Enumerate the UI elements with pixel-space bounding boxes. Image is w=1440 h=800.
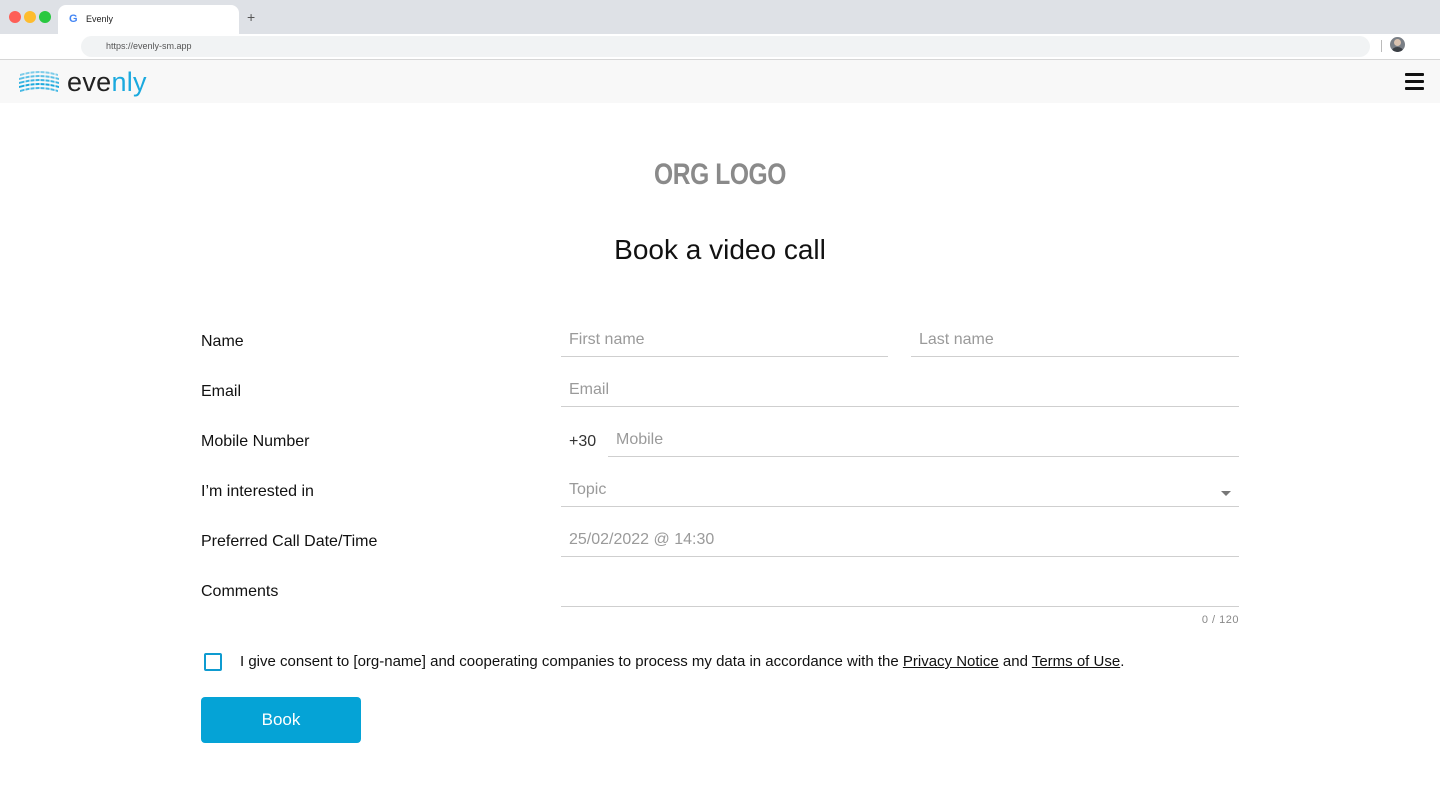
last-name-field [911,327,1239,357]
new-tab-button[interactable]: + [247,10,255,24]
profile-avatar[interactable] [1390,37,1405,52]
privacy-notice-link[interactable]: Privacy Notice [903,653,999,670]
org-logo: ORG LOGO [653,158,787,191]
consent-end: . [1120,653,1125,670]
url-text: https://evenly-sm.app [106,41,192,51]
consent-text: I give consent to [org-name] and coopera… [240,653,1124,670]
comments-label: Comments [201,583,279,600]
email-input[interactable] [569,381,1231,399]
brand-logo[interactable]: evenly [18,66,147,98]
topic-select[interactable] [561,477,1239,507]
menu-bar [1405,87,1424,90]
window-close-button[interactable] [9,11,21,23]
google-icon: G [69,13,78,25]
app-header: evenly [0,60,1440,103]
brand-name-suffix: nly [111,67,147,97]
consent-checkbox[interactable] [204,653,222,671]
window-maximize-button[interactable] [39,11,51,23]
window-minimize-button[interactable] [24,11,36,23]
comments-field [561,577,1239,607]
mobile-label: Mobile Number [201,433,310,450]
brand-name-prefix: eve [67,67,112,97]
mobile-field [608,427,1239,457]
menu-bar [1405,73,1424,76]
date-time-field [561,527,1239,557]
dropdown-arrow-icon[interactable] [1221,491,1231,496]
date-label: Preferred Call Date/Time [201,533,378,550]
address-bar[interactable]: https://evenly-sm.app [81,36,1370,57]
terms-of-use-link[interactable]: Terms of Use [1032,653,1120,670]
address-bar-row: https://evenly-sm.app [0,34,1440,60]
browser-tab-strip: G Evenly + [0,0,1440,34]
toolbar-divider [1381,40,1382,52]
email-field [561,377,1239,407]
page-title: Book a video call [614,234,826,265]
consent-text-start: I give consent to [org-name] and coopera… [240,653,903,670]
comments-input[interactable] [569,581,1231,599]
comments-char-count: 0 / 120 [1201,614,1239,626]
country-code-prefix[interactable]: +30 [569,433,596,451]
first-name-field [561,327,888,357]
menu-bar [1405,80,1424,83]
interest-label: I’m interested in [201,483,314,500]
browser-tab[interactable]: G Evenly [58,5,239,34]
name-label: Name [201,333,244,350]
hamburger-icon[interactable] [1405,73,1424,90]
evenly-logo-icon [19,68,59,96]
date-time-input[interactable] [569,531,1231,549]
topic-input[interactable] [569,481,1231,499]
mobile-input[interactable] [616,431,1231,449]
consent-and: and [998,653,1032,670]
last-name-input[interactable] [919,331,1231,349]
book-button[interactable]: Book [201,697,361,743]
brand-name: evenly [67,66,147,98]
first-name-input[interactable] [569,331,880,349]
tab-title: Evenly [86,14,114,24]
email-label: Email [201,383,242,400]
